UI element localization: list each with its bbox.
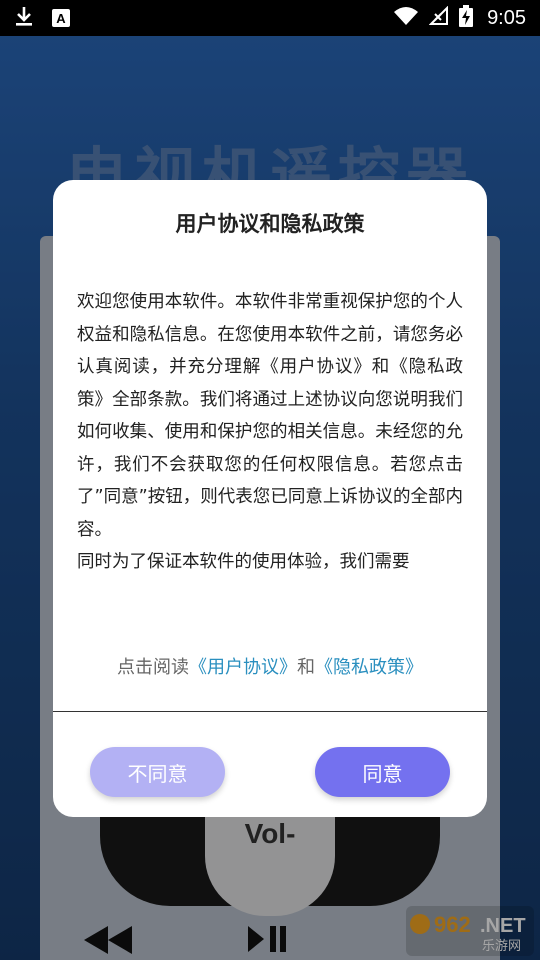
wifi-icon [393,6,419,30]
agreement-links: 点击阅读《用户协议》和《隐私政策》 [53,653,487,679]
dialog-paragraph: 同时为了保证本软件的使用体验，我们需要 [77,552,410,572]
user-agreement-link[interactable]: 《用户协议》 [189,657,297,678]
disagree-button[interactable]: 不同意 [90,747,225,797]
a-notification-icon: A [52,9,70,27]
agree-button[interactable]: 同意 [315,747,450,797]
download-icon [14,5,34,31]
status-bar: A 9:05 [0,0,540,36]
privacy-policy-link[interactable]: 《隐私政策》 [315,657,423,678]
privacy-dialog: 用户协议和隐私政策 欢迎您使用本软件。本软件非常重视保护您的个人权益和隐私信息。… [53,180,487,817]
links-and: 和 [297,657,315,678]
dialog-paragraph: 欢迎您使用本软件。本软件非常重视保护您的个人权益和隐私信息。在您使用本软件之前，… [77,292,463,540]
links-prefix: 点击阅读 [117,657,189,678]
dialog-title: 用户协议和隐私政策 [175,212,365,236]
battery-charging-icon [459,5,474,31]
status-time: 9:05 [487,6,526,29]
no-signal-icon [428,5,449,30]
divider [53,711,487,712]
dialog-body[interactable]: 欢迎您使用本软件。本软件非常重视保护您的个人权益和隐私信息。在您使用本软件之前，… [77,286,463,610]
